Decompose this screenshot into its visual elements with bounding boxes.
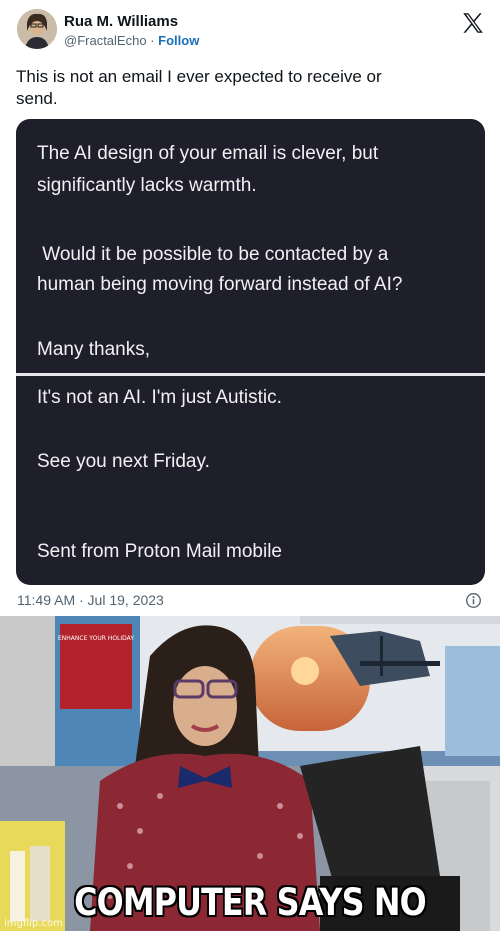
- author-handle-line: @FractalEcho · Follow: [64, 33, 199, 48]
- received-email-line-1: The AI design of your email is clever, b…: [37, 143, 379, 164]
- follow-button[interactable]: Follow: [158, 33, 199, 48]
- avatar[interactable]: [17, 9, 57, 49]
- handle-separator: ·: [150, 33, 155, 48]
- tweet-timestamp[interactable]: 11:49 AM · Jul 19, 2023: [17, 592, 164, 608]
- tweet: Rua M. Williams @FractalEcho · Follow Th…: [0, 0, 500, 616]
- card-divider: [16, 373, 485, 376]
- reply-email-line-2: See you next Friday.: [37, 451, 210, 472]
- received-email-line-5: Many thanks,: [37, 339, 150, 360]
- received-email-line-4: human being moving forward instead of AI…: [37, 274, 403, 295]
- tweet-text-line-1: This is not an email I ever expected to …: [16, 67, 382, 86]
- poster-text: ENHANCE YOUR HOLIDAY: [58, 635, 134, 642]
- imgflip-watermark: imgflip.com: [4, 918, 63, 929]
- x-logo-icon[interactable]: [460, 10, 486, 36]
- reply-email-line-3: Sent from Proton Mail mobile: [37, 541, 282, 562]
- tweet-text: This is not an email I ever expected to …: [16, 66, 486, 110]
- author-name[interactable]: Rua M. Williams: [64, 13, 178, 30]
- meme-image: ENHANCE YOUR HOLIDAY COMPUTER SAYS NO im…: [0, 616, 500, 931]
- email-screenshot-card[interactable]: The AI design of your email is clever, b…: [16, 119, 485, 585]
- meme-caption: COMPUTER SAYS NO: [74, 881, 427, 924]
- info-icon[interactable]: [465, 592, 482, 609]
- author-handle[interactable]: @FractalEcho: [64, 33, 147, 48]
- received-email-line-2: significantly lacks warmth.: [37, 175, 257, 196]
- reply-email-line-1: It's not an AI. I'm just Autistic.: [37, 387, 282, 408]
- received-email-line-3: Would it be possible to be contacted by …: [37, 244, 389, 265]
- tweet-text-line-2: send.: [16, 89, 58, 108]
